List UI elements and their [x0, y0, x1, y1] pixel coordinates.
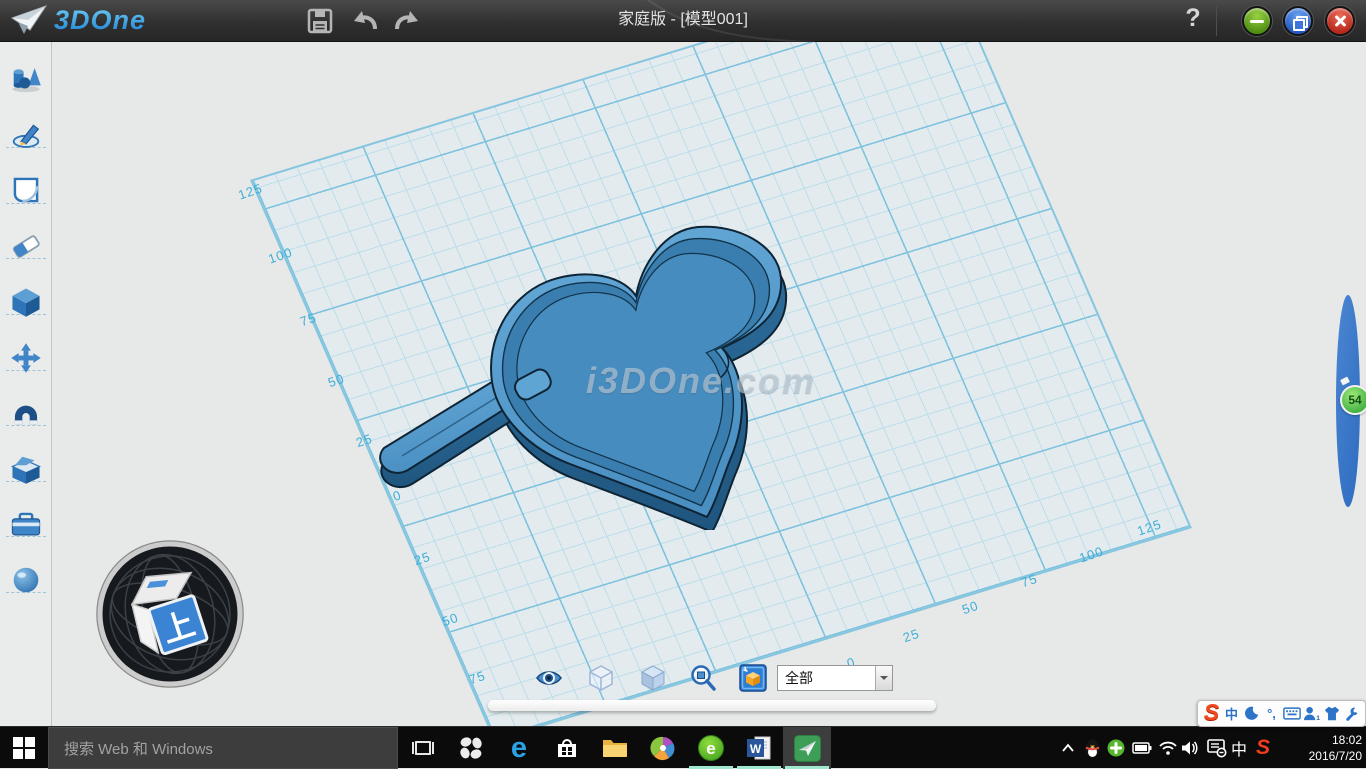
speaker-icon	[1181, 740, 1199, 756]
3done-app-icon	[794, 735, 821, 762]
paper-plane-icon	[10, 4, 48, 36]
undo-icon[interactable]	[352, 7, 380, 35]
minus-icon	[1250, 20, 1264, 23]
score-badge[interactable]: 54	[1340, 385, 1366, 415]
battery-icon	[1132, 742, 1152, 754]
edge-icon: e	[511, 734, 527, 763]
input-lang-label: 中	[1231, 736, 1247, 760]
taskbar-app-word[interactable]: W	[735, 727, 783, 769]
taskbar-app-store[interactable]	[543, 727, 591, 769]
redo-icon[interactable]	[392, 7, 420, 35]
windows-logo-icon	[13, 737, 35, 759]
ime-user-badge: 11	[1316, 715, 1320, 721]
colorful-pinwheel-icon	[650, 735, 676, 761]
taskbar-app-3done[interactable]	[783, 727, 831, 769]
clock-date: 2016/7/20	[1296, 748, 1362, 764]
ime-skin-shirt-icon[interactable]	[1322, 702, 1341, 725]
magnet-tool-icon[interactable]	[10, 397, 42, 429]
solid-tool-icon[interactable]	[10, 286, 42, 318]
task-view-button[interactable]	[399, 727, 447, 769]
minimize-button[interactable]	[1242, 6, 1272, 36]
qq-penguin-icon	[1084, 739, 1101, 758]
help-button[interactable]: ?	[1180, 4, 1206, 38]
surface-tool-icon[interactable]	[10, 174, 42, 206]
sogou-logo-icon[interactable]: S	[1202, 701, 1221, 724]
restore-button[interactable]	[1283, 6, 1313, 36]
ime-keyboard-icon[interactable]	[1282, 702, 1301, 725]
app-name: 3DOne	[54, 5, 146, 36]
taskbar-app-explorer[interactable]	[591, 727, 639, 769]
chevron-up-icon	[1061, 743, 1075, 753]
taskbar-app-pinwheel[interactable]	[447, 727, 495, 769]
ime-toolbar: S 中 °, 11	[1197, 700, 1366, 727]
tray-wifi[interactable]	[1156, 727, 1180, 769]
ime-punctuation-button[interactable]: °,	[1262, 702, 1281, 725]
titlebar: 3DOne 家庭版 - [模型001] ?	[0, 0, 1366, 42]
titlebar-separator	[1216, 6, 1217, 36]
display-filter-select[interactable]: 全部	[777, 665, 893, 691]
ime-moon-icon[interactable]	[1242, 702, 1261, 725]
axis-label: 25	[901, 626, 921, 646]
tray-sogou[interactable]: S	[1250, 727, 1276, 769]
zoom-magnifier-icon[interactable]	[689, 664, 717, 692]
ime-settings-wrench-icon[interactable]	[1342, 702, 1361, 725]
toolbox-tool-icon[interactable]	[10, 509, 42, 541]
windows-taskbar: 搜索 Web 和 Windows e	[0, 726, 1366, 768]
axis-label: 50	[960, 598, 980, 618]
combine-tool-icon[interactable]	[10, 453, 42, 485]
view-cube[interactable]: 上	[90, 534, 250, 694]
close-button[interactable]	[1325, 6, 1355, 36]
taskbar-clock[interactable]: 18:02 2016/7/20	[1296, 732, 1362, 764]
tray-360[interactable]	[1104, 727, 1128, 769]
tray-input-indicator[interactable]: 中	[1228, 727, 1250, 769]
viewport-canvas[interactable]: 125 100 75 50 25 0 25 50 75 0 25 50 75 1…	[0, 0, 1366, 768]
app-logo: 3DOne	[10, 4, 146, 36]
tray-qq[interactable]	[1080, 727, 1104, 769]
sketch-tool-icon[interactable]	[10, 118, 42, 150]
tray-chevron-up[interactable]	[1056, 727, 1080, 769]
store-icon	[555, 736, 579, 760]
sogou-tray-icon: S	[1256, 736, 1270, 760]
restore-icon	[1293, 16, 1304, 27]
view-toolbar-handle[interactable]	[488, 700, 936, 711]
task-view-icon	[411, 737, 435, 759]
word-icon: W	[746, 736, 772, 760]
ime-mode-button[interactable]: 中	[1222, 702, 1241, 725]
titlebar-decor	[0, 0, 1366, 42]
visibility-eye-icon[interactable]	[535, 664, 563, 692]
eraser-tool-icon[interactable]	[10, 230, 42, 262]
render-tool-icon[interactable]	[10, 564, 42, 596]
taskbar-app-edge[interactable]: e	[495, 727, 543, 769]
move-tool-icon[interactable]	[10, 342, 42, 374]
wifi-icon	[1159, 741, 1177, 755]
taskbar-app-green-browser[interactable]: e	[687, 727, 735, 769]
folder-icon	[602, 737, 628, 759]
tool-sidebar	[0, 42, 52, 726]
search-placeholder: 搜索 Web 和 Windows	[64, 738, 213, 759]
tray-volume[interactable]	[1178, 727, 1202, 769]
green-browser-icon: e	[698, 735, 724, 761]
pinwheel-icon	[459, 736, 483, 760]
tray-action-center[interactable]	[1204, 727, 1230, 769]
word-glyph: W	[750, 742, 762, 756]
render-mode-icon[interactable]	[739, 664, 767, 692]
ime-user-button[interactable]: 11	[1302, 702, 1321, 725]
taskbar-search-input[interactable]: 搜索 Web 和 Windows	[48, 727, 398, 769]
chevron-down-icon[interactable]	[875, 666, 892, 690]
green-browser-glyph: e	[706, 740, 715, 757]
shaded-cube-icon[interactable]	[639, 664, 667, 692]
watermark: i3DOne.com	[586, 360, 816, 402]
taskbar-app-browser-360[interactable]	[639, 727, 687, 769]
close-icon	[1333, 14, 1347, 28]
start-button[interactable]	[0, 727, 48, 769]
primitives-tool-icon[interactable]	[10, 62, 42, 94]
wireframe-cube-icon[interactable]	[587, 664, 615, 692]
green-shield-icon	[1107, 739, 1125, 757]
tray-battery[interactable]	[1130, 727, 1154, 769]
clock-time: 18:02	[1296, 732, 1362, 748]
display-filter-value: 全部	[778, 668, 875, 688]
save-icon[interactable]	[306, 7, 334, 35]
notification-icon	[1207, 739, 1227, 758]
